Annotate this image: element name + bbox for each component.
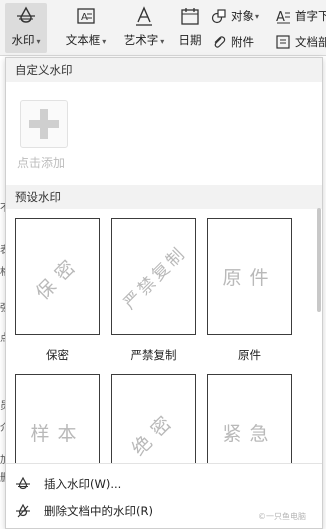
preset-watermark-tile[interactable]: 原件 [207,218,292,335]
preset-caption: 严禁复制 [130,348,177,362]
chevron-down-icon: ▾ [102,37,107,46]
textbox-label: 文本框 [65,33,101,47]
plus-icon [29,109,59,139]
wordart-icon [131,3,157,29]
object-icon [210,7,228,25]
chevron-down-icon: ▾ [36,37,41,46]
wordart-button[interactable]: 艺术字 ▾ [118,3,170,48]
preset-caption: 原件 [238,348,261,362]
chevron-down-icon: ▾ [255,11,260,21]
insert-watermark-item[interactable]: 插入水印(W)... [6,471,322,497]
dropcap-icon: A [274,7,292,25]
preset-caption: 保密 [46,348,69,362]
add-custom-watermark-button[interactable] [20,100,68,148]
wordart-label: 艺术字 [123,33,159,47]
preset-watermark-tile[interactable]: 保密 [15,218,100,335]
svg-text:A: A [276,10,285,24]
delete-watermark-icon [14,502,32,520]
paperclip-icon [210,33,228,51]
dropcap-label: 首字下 [295,9,326,23]
dropcap-button[interactable]: A 首字下 [274,7,326,25]
watermark-icon [13,3,39,29]
attachment-button[interactable]: 附件 [210,33,254,51]
textbox-icon: A [73,3,99,29]
custom-watermark-header: 自定义水印 [6,58,322,82]
add-custom-watermark-label: 点击添加 [17,156,66,170]
delete-watermark-label: 删除文档中的水印(R) [44,504,153,518]
date-button[interactable]: 日期 [175,3,205,48]
textbox-button[interactable]: A 文本框 ▾ [60,3,112,48]
watermark-icon [14,475,32,493]
docpart-button[interactable]: 文档部 [274,33,326,51]
docpart-label: 文档部 [295,35,326,49]
insert-watermark-label: 插入水印(W)... [44,477,122,491]
watermark-preview-text: 原件 [222,267,277,289]
svg-text:A: A [81,12,88,23]
date-label: 日期 [178,33,202,47]
insert-ribbon: 水印 ▾ A 文本框 ▾ 艺术字 ▾ 日期 对象 ▾ 附件 A 首字下 文档部 [0,0,326,56]
watermark-preview-text: 保密 [31,250,86,305]
object-label: 对象 [231,9,254,23]
watermark-button[interactable]: 水印 ▾ [5,3,47,53]
attachment-label: 附件 [231,35,254,49]
object-button[interactable]: 对象 ▾ [210,7,259,25]
docpart-icon [274,33,292,51]
preset-watermark-tile[interactable]: 严禁复制 [111,218,196,335]
watermark-dropdown: 自定义水印 点击添加 预设水印 保密 保密 严禁复制 严禁复制 原件 原件 样本… [5,57,323,529]
calendar-icon [177,3,203,29]
watermark-label: 水印 [11,33,35,47]
site-watermark: ©一只鱼电脑 [258,512,306,521]
preset-scrollbar[interactable] [317,208,321,312]
preset-watermark-header: 预设水印 [6,185,322,209]
chevron-down-icon: ▾ [160,37,165,46]
watermark-preview-text: 严禁复制 [119,242,191,314]
